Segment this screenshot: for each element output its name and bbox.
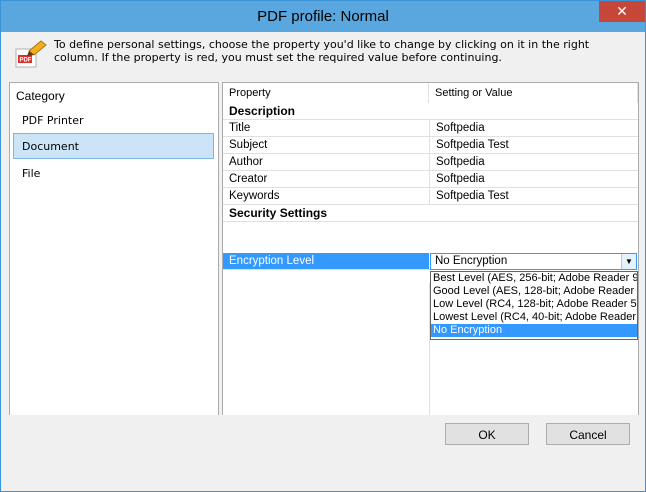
section-row-description: Description (223, 103, 638, 120)
property-name[interactable]: Creator (223, 171, 429, 187)
section-label: Description (229, 104, 296, 118)
ok-button[interactable]: OK (445, 423, 529, 445)
dropdown-option[interactable]: Good Level (AES, 128-bit; Adobe Reader 7… (431, 285, 637, 298)
category-item-document[interactable]: Document (13, 133, 214, 159)
section-row-security: Security Settings (223, 205, 638, 222)
column-header-value[interactable]: Setting or Value (429, 83, 638, 103)
close-icon: ✕ (616, 3, 628, 19)
button-bar: OK Cancel (1, 415, 645, 453)
title-bar[interactable]: PDF profile: Normal ✕ (1, 1, 645, 32)
dropdown-option[interactable]: Lowest Level (RC4, 40-bit; Adobe Reader … (431, 311, 637, 324)
category-item-pdf-printer[interactable]: PDF Printer (13, 107, 214, 133)
dropdown-option[interactable]: Low Level (RC4, 128-bit; Adobe Reader 5) (431, 298, 637, 311)
property-name[interactable]: Keywords (223, 188, 429, 204)
table-row[interactable]: Author Softpedia (223, 154, 638, 171)
dropdown-option-selected[interactable]: No Encryption (431, 324, 637, 337)
table-row[interactable]: Keywords Softpedia Test (223, 188, 638, 205)
category-item-file[interactable]: File (13, 160, 214, 186)
instruction-text: To define personal settings, choose the … (54, 38, 590, 64)
section-label: Security Settings (229, 206, 328, 220)
table-row[interactable]: Creator Softpedia (223, 171, 638, 188)
property-value[interactable]: Softpedia Test (429, 188, 638, 204)
category-list[interactable]: Category PDF Printer Document File (9, 82, 219, 447)
dialog-window: PDF profile: Normal ✕ PDF To define pers… (0, 0, 646, 492)
property-value[interactable]: Softpedia (429, 120, 638, 136)
property-grid: Property Setting or Value Description Ti… (222, 82, 639, 447)
property-value[interactable]: Softpedia (429, 154, 638, 170)
property-name[interactable]: Author (223, 154, 429, 170)
category-header: Category (16, 89, 65, 103)
chevron-down-icon[interactable]: ▼ (621, 254, 636, 269)
property-name[interactable]: Subject (223, 137, 429, 153)
property-value[interactable]: Softpedia Test (429, 137, 638, 153)
property-value[interactable]: Softpedia (429, 171, 638, 187)
close-button[interactable]: ✕ (599, 1, 645, 22)
encryption-level-select[interactable]: No Encryption ▼ (430, 253, 637, 270)
encryption-dropdown-list[interactable]: Best Level (AES, 256-bit; Adobe Reader 9… (430, 271, 638, 340)
dropdown-option[interactable]: Best Level (AES, 256-bit; Adobe Reader 9… (431, 272, 637, 285)
cancel-button[interactable]: Cancel (546, 423, 630, 445)
column-header-property[interactable]: Property (223, 83, 429, 103)
property-name[interactable]: Encryption Level (223, 253, 429, 269)
svg-text:PDF: PDF (20, 58, 32, 64)
encryption-level-value: No Encryption (435, 255, 508, 267)
pdf-pen-icon: PDF (15, 40, 47, 68)
property-name[interactable]: Title (223, 120, 429, 136)
table-row[interactable]: Title Softpedia (223, 120, 638, 137)
table-row[interactable]: Subject Softpedia Test (223, 137, 638, 154)
window-title: PDF profile: Normal (257, 8, 389, 25)
